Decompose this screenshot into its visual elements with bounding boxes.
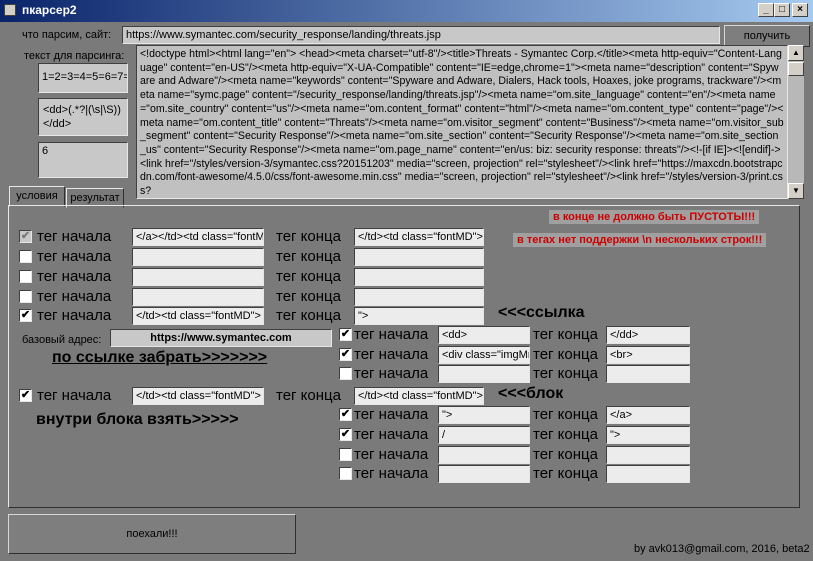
scroll-up-icon[interactable]: ▲ xyxy=(788,45,804,61)
link-hint: <<<ссылка xyxy=(498,304,585,321)
row-checkbox[interactable]: ✔ xyxy=(19,230,32,243)
block-hint: <<<блок xyxy=(498,385,564,402)
window-title: пкарсер2 xyxy=(22,3,77,17)
tag-start-input[interactable] xyxy=(438,365,530,383)
maximize-button[interactable]: □ xyxy=(774,3,790,17)
row-checkbox[interactable]: ✔ xyxy=(19,389,32,402)
tag-start-input[interactable]: <div class="imgMr xyxy=(438,346,530,364)
tag-start-label: тег начала xyxy=(354,426,429,443)
tag-start-input[interactable] xyxy=(438,465,530,483)
tag-end-label: тег конца xyxy=(276,288,341,305)
row-checkbox[interactable] xyxy=(19,290,32,303)
tab-conditions[interactable]: условия xyxy=(9,186,65,207)
go-button[interactable]: поехали!!! xyxy=(8,514,296,554)
tag-end-input[interactable]: </td><td class="fontMD"> xyxy=(354,387,484,405)
warning-no-multiline: в тегах нет поддержки \n нескольких стро… xyxy=(513,233,767,247)
tag-end-input[interactable]: </td><td class="fontMD"> xyxy=(354,228,484,246)
tag-end-input[interactable]: "> xyxy=(606,426,690,444)
tag-end-input[interactable] xyxy=(606,365,690,383)
row-checkbox[interactable] xyxy=(19,270,32,283)
scroll-down-icon[interactable]: ▼ xyxy=(788,183,804,199)
tag-end-input[interactable] xyxy=(606,446,690,464)
tag-start-input[interactable]: <dd> xyxy=(438,326,530,344)
tag-start-label: тег начала xyxy=(354,465,429,482)
by-link-take-label: по ссылке забрать>>>>>>> xyxy=(52,349,268,366)
tag-end-label: тег конца xyxy=(276,387,341,404)
tag-start-label: тег начала xyxy=(354,365,429,382)
tag-start-input[interactable] xyxy=(132,248,264,266)
tag-end-input[interactable] xyxy=(606,465,690,483)
tag-end-label: тег конца xyxy=(533,326,598,343)
tag-start-input[interactable]: </a></td><td class="fontM xyxy=(132,228,264,246)
site-label: что парсим, сайт: xyxy=(22,29,112,41)
tag-start-input[interactable] xyxy=(132,268,264,286)
tag-start-label: тег начала xyxy=(354,326,429,343)
row-checkbox[interactable]: ✔ xyxy=(339,428,352,441)
tag-end-label: тег конца xyxy=(533,465,598,482)
parse-text-label: текст для парсинга: xyxy=(24,50,125,62)
tag-end-input[interactable] xyxy=(354,268,484,286)
base-address-input[interactable]: https://www.symantec.com xyxy=(110,329,332,347)
tag-start-label: тег начала xyxy=(354,346,429,363)
tag-end-input[interactable] xyxy=(354,248,484,266)
tag-start-input[interactable]: </td><td class="fontMD"> xyxy=(132,307,264,325)
tag-end-input[interactable]: </a> xyxy=(606,406,690,424)
parse-field-2[interactable]: <dd>(.*?|(\s|\S)) </dd> xyxy=(38,98,128,136)
tag-start-input[interactable] xyxy=(438,446,530,464)
tag-end-label: тег конца xyxy=(533,446,598,463)
parse-field-1[interactable]: 1=2=3=4=5=6=7= xyxy=(38,63,128,93)
tag-start-input[interactable]: / xyxy=(438,426,530,444)
row-checkbox[interactable]: ✔ xyxy=(339,328,352,341)
tag-end-input[interactable]: "> xyxy=(354,307,484,325)
tag-start-input[interactable] xyxy=(132,288,264,306)
tag-start-label: тег начала xyxy=(37,288,112,305)
inside-block-take-label: внутри блока взять>>>>> xyxy=(36,411,239,428)
tag-start-label: тег начала xyxy=(37,228,112,245)
row-checkbox[interactable]: ✔ xyxy=(339,408,352,421)
tag-start-label: тег начала xyxy=(37,268,112,285)
tag-end-label: тег конца xyxy=(533,365,598,382)
tag-end-input[interactable] xyxy=(354,288,484,306)
tag-start-input[interactable]: "> xyxy=(438,406,530,424)
close-button[interactable]: × xyxy=(792,3,808,17)
row-checkbox[interactable] xyxy=(339,367,352,380)
tag-end-label: тег конца xyxy=(276,307,341,324)
row-checkbox[interactable]: ✔ xyxy=(19,309,32,322)
scroll-thumb[interactable] xyxy=(788,62,804,76)
tag-start-label: тег начала xyxy=(37,307,112,324)
minimize-button[interactable]: _ xyxy=(758,3,774,17)
parse-field-3[interactable]: 6 xyxy=(38,142,128,178)
html-source-scrollbar[interactable]: ▲ ▼ xyxy=(788,45,804,199)
tag-start-label: тег начала xyxy=(37,248,112,265)
get-button[interactable]: получить xyxy=(724,25,810,47)
row-checkbox[interactable] xyxy=(339,467,352,480)
html-source-textarea[interactable]: <!doctype html><html lang="en"> <head><m… xyxy=(136,45,788,199)
app-icon xyxy=(4,4,16,16)
tag-end-label: тег конца xyxy=(276,268,341,285)
footer-credit: by avk013@gmail.com, 2016, beta2 xyxy=(634,543,810,555)
tag-end-input[interactable]: </dd> xyxy=(606,326,690,344)
tag-end-label: тег конца xyxy=(533,406,598,423)
title-bar: пкарсер2 _ □ × xyxy=(0,0,813,22)
tag-end-label: тег конца xyxy=(533,346,598,363)
tag-end-input[interactable]: <br> xyxy=(606,346,690,364)
tag-start-input[interactable]: </td><td class="fontMD"> xyxy=(132,387,264,405)
row-checkbox[interactable]: ✔ xyxy=(339,348,352,361)
tag-end-label: тег конца xyxy=(533,426,598,443)
row-checkbox[interactable] xyxy=(339,448,352,461)
tag-end-label: тег конца xyxy=(276,228,341,245)
site-url-input[interactable]: https://www.symantec.com/security_respon… xyxy=(122,26,720,44)
tag-end-label: тег конца xyxy=(276,248,341,265)
tag-start-label: тег начала xyxy=(354,446,429,463)
warning-no-empty: в конце не должно быть ПУСТОТЫ!!! xyxy=(549,210,760,224)
base-address-label: базовый адрес: xyxy=(22,334,102,346)
tag-start-label: тег начала xyxy=(37,387,112,404)
tag-start-label: тег начала xyxy=(354,406,429,423)
row-checkbox[interactable] xyxy=(19,250,32,263)
